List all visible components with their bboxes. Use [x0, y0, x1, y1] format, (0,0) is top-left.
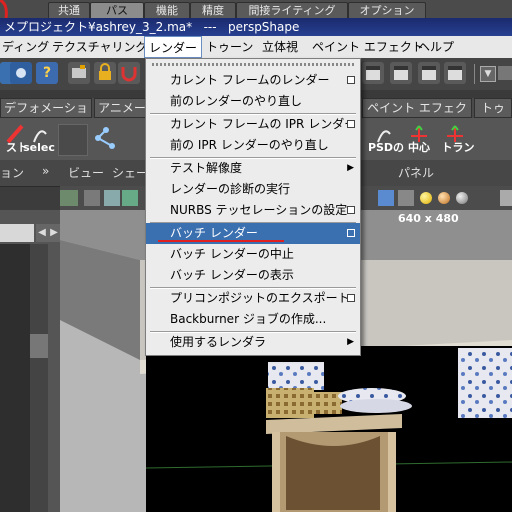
menu-item-export-pre-composite[interactable]: プリコンポジットのエクスポート [146, 288, 360, 309]
shelf-button-psd[interactable]: PSDの [366, 122, 404, 156]
ipr-render-icon[interactable] [418, 62, 440, 84]
option-box-icon[interactable] [347, 120, 355, 128]
annotation-underline [158, 240, 284, 242]
camera-icon[interactable] [68, 62, 90, 84]
resolution-gate-icon[interactable] [122, 190, 138, 206]
tear-off-handle[interactable] [152, 63, 354, 66]
option-box-icon[interactable] [347, 206, 355, 214]
shelf-button-center-pivot[interactable]: 中心 [402, 122, 436, 156]
menu-item-label: バッチ レンダーの中止 [170, 247, 294, 261]
toolbar-divider [474, 64, 475, 84]
menu-item-label: バッチ レンダー [170, 226, 258, 240]
panel-menu-shading[interactable]: シェー [112, 164, 148, 181]
shelf-button-transform[interactable]: トラン [438, 122, 475, 156]
chevron-down-icon[interactable]: ▼ [480, 66, 496, 82]
tab-indirect-lighting[interactable]: 間接ライティング [236, 2, 348, 19]
menu-item-label: レンダーの診断の実行 [170, 182, 291, 196]
menu-item-label: 前のレンダーのやり直し [170, 94, 303, 108]
menu-item-run-render-diagnostics[interactable]: レンダーの診断の実行 [146, 179, 360, 200]
scrollbar-thumb[interactable] [30, 334, 48, 358]
menu-rendering-partial[interactable]: ディング [2, 36, 49, 58]
outliner-list[interactable] [0, 244, 30, 512]
submenu-arrow-icon: ▶ [347, 337, 354, 347]
option-box-icon[interactable] [347, 76, 355, 84]
menu-item-test-resolution[interactable]: テスト解像度 ▶ [146, 158, 360, 179]
checker-icon[interactable] [398, 190, 414, 206]
render-settings-icon[interactable] [444, 62, 466, 84]
film-gate-icon[interactable] [104, 190, 120, 206]
shelf-tab-deformation[interactable]: デフォメーション [0, 98, 92, 134]
shelf-tab-paint-effects[interactable]: ペイント エフェクト [362, 98, 472, 134]
menu-item-render-current-frame[interactable]: カレント フレームのレンダー [146, 70, 360, 91]
isolate-icon[interactable] [500, 190, 512, 206]
resolution-gate-label: 640 x 480 [398, 212, 459, 225]
shelf-tab-animation[interactable]: アニメー [94, 98, 150, 118]
option-box-icon[interactable] [347, 229, 355, 237]
menu-help[interactable]: ヘルプ [418, 36, 454, 58]
panel-chevron[interactable]: » [42, 164, 49, 178]
menu-item-label: バッチ レンダーの表示 [170, 268, 294, 282]
window-title: メプロジェクト¥ashrey_3_2.ma* --- perspShape [4, 20, 300, 34]
menu-item-show-batch-render[interactable]: バッチ レンダーの表示 [146, 265, 360, 286]
menu-render[interactable]: レンダー [144, 36, 203, 58]
light-bulb-icon[interactable] [420, 192, 432, 204]
menu-item-label: NURBS テッセレーションの設定 [170, 203, 348, 217]
tab-common[interactable]: 共通 [48, 2, 90, 19]
menu-item-redo-previous-render[interactable]: 前のレンダーのやり直し [146, 91, 360, 112]
shelf-empty-slot[interactable] [58, 124, 88, 156]
shadow-icon[interactable] [438, 192, 450, 204]
tab-quality[interactable]: 精度 [190, 2, 236, 19]
menu-item-cancel-batch-render[interactable]: バッチ レンダーの中止 [146, 244, 360, 265]
select-icon[interactable] [10, 62, 32, 84]
outliner-field[interactable] [0, 224, 34, 242]
wireframe-cube-icon[interactable] [378, 190, 394, 206]
shelf-tab-toon[interactable]: トゥ [474, 98, 512, 118]
shelf-top-tab-bar: 共通 パス 機能 精度 間接ライティング オプション [0, 0, 512, 19]
menu-stereo[interactable]: 立体視 [262, 36, 298, 58]
menu-paint-effects[interactable]: ペイント エフェクト [312, 36, 424, 58]
clapboard-icon[interactable] [362, 62, 384, 84]
magnet-icon[interactable] [118, 62, 140, 84]
panel-menu-options[interactable]: ョン [0, 164, 24, 181]
panel-menu-view[interactable]: ビュー [68, 164, 104, 181]
outliner-panel: ◀ ▶ [0, 210, 60, 512]
menu-bar: ディング テクスチャリング レンダー トゥーン 立体視 ペイント エフェクト ヘ… [0, 36, 512, 59]
render-sequence-icon[interactable] [390, 62, 412, 84]
camera-attr-icon[interactable] [84, 190, 100, 206]
app-corner-icon [0, 0, 10, 19]
shelf-button-select[interactable]: selec [22, 122, 56, 156]
tab-features[interactable]: 機能 [144, 2, 190, 19]
tab-path[interactable]: パス [90, 2, 144, 19]
menu-item-label: Backburner ジョブの作成... [170, 312, 327, 326]
tab-options[interactable]: オプション [348, 2, 426, 19]
grid-icon[interactable] [60, 190, 78, 206]
panel-menu-panels[interactable]: パネル [398, 164, 434, 181]
window-title-bar: メプロジェクト¥ashrey_3_2.ma* --- perspShape [0, 18, 512, 36]
menu-item-label: カレント フレームの IPR レンダー [170, 117, 357, 131]
help-question-icon[interactable]: ? [36, 62, 58, 84]
ambient-occlusion-icon[interactable] [456, 192, 468, 204]
menu-texturing[interactable]: テクスチャリング [52, 36, 148, 58]
menu-item-label: プリコンポジットのエクスポート [170, 291, 350, 305]
menu-item-label: テスト解像度 [170, 161, 243, 175]
menu-item-label: カレント フレームのレンダー [170, 73, 330, 87]
input-line-field[interactable] [498, 66, 512, 80]
menu-toon[interactable]: トゥーン [206, 36, 253, 58]
menu-item-redo-previous-ipr-render[interactable]: 前の IPR レンダーのやり直し [146, 135, 360, 156]
menu-item-label: 使用するレンダラ [170, 335, 267, 349]
render-menu-dropdown: カレント フレームのレンダー 前のレンダーのやり直し カレント フレームの IP… [145, 58, 361, 356]
lock-icon[interactable] [94, 62, 116, 84]
menu-item-ipr-render-current-frame[interactable]: カレント フレームの IPR レンダー [146, 114, 360, 135]
submenu-arrow-icon: ▶ [347, 163, 354, 173]
outliner-scrollbar[interactable] [30, 244, 48, 512]
menu-item-create-backburner-job[interactable]: Backburner ジョブの作成... [146, 309, 360, 330]
menu-item-label: 前の IPR レンダーのやり直し [170, 138, 329, 152]
menu-item-nurbs-tessellation[interactable]: NURBS テッセレーションの設定 [146, 200, 360, 221]
joint-tool-icon[interactable] [92, 124, 118, 154]
menu-item-render-using[interactable]: 使用するレンダラ ▶ [146, 332, 360, 353]
chevron-left-icon[interactable]: ◀ [36, 224, 48, 242]
chevron-right-icon[interactable]: ▶ [48, 224, 60, 242]
option-box-icon[interactable] [347, 294, 355, 302]
